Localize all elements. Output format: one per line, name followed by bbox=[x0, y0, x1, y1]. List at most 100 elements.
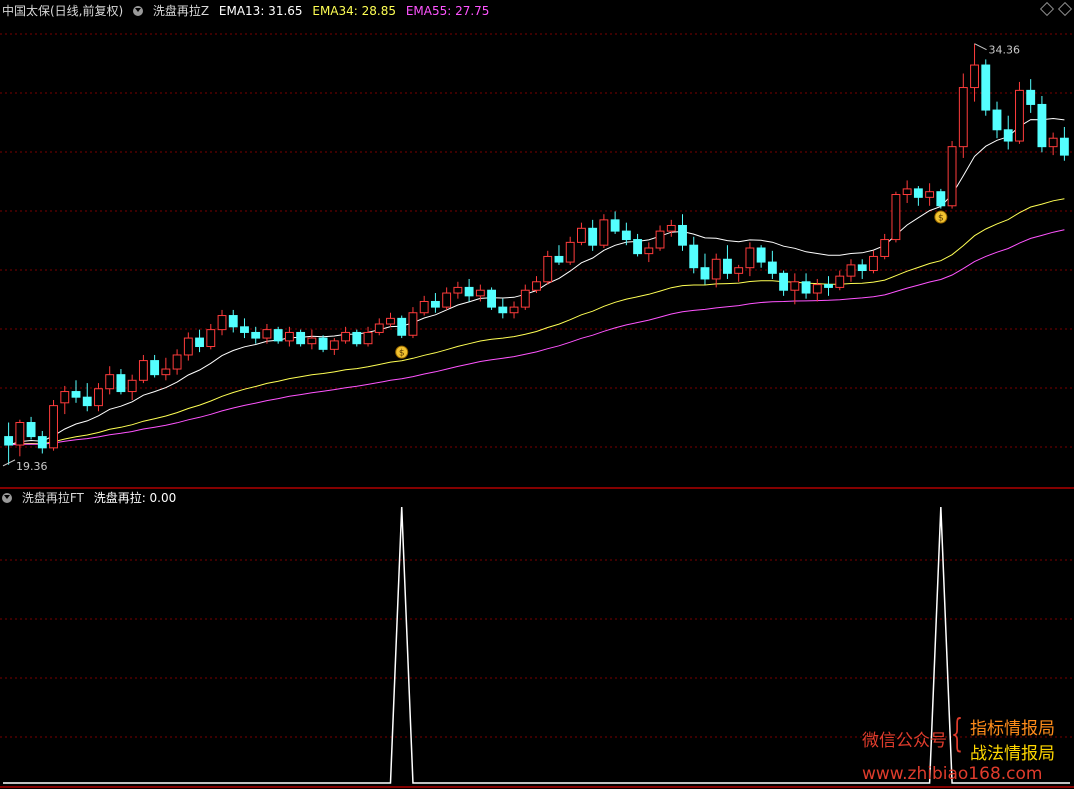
candle-body bbox=[105, 374, 115, 390]
candle-body bbox=[700, 267, 710, 280]
candle bbox=[655, 225, 665, 251]
candle bbox=[565, 236, 575, 265]
candle-body bbox=[1003, 129, 1013, 142]
candle bbox=[284, 326, 294, 347]
candle bbox=[790, 273, 800, 305]
candle-body bbox=[610, 219, 620, 232]
candle bbox=[846, 259, 856, 282]
circle-chevron-icon[interactable] bbox=[133, 6, 144, 16]
candle bbox=[397, 315, 407, 339]
candle-body bbox=[779, 272, 789, 291]
candle-body bbox=[588, 227, 598, 246]
candle bbox=[644, 242, 654, 263]
candle bbox=[880, 233, 890, 260]
candle-body bbox=[397, 317, 407, 336]
candle-body bbox=[767, 261, 777, 274]
candle-body bbox=[1037, 103, 1047, 148]
candle bbox=[116, 369, 126, 395]
candle bbox=[138, 354, 148, 384]
candle bbox=[925, 183, 935, 206]
candle-body bbox=[913, 188, 923, 198]
candle bbox=[610, 211, 620, 234]
candle-body bbox=[633, 239, 643, 255]
candle-body bbox=[824, 284, 833, 288]
candle bbox=[520, 284, 530, 310]
candle-body bbox=[273, 329, 283, 342]
candle bbox=[183, 332, 193, 361]
candle bbox=[217, 309, 227, 336]
candle-body bbox=[891, 194, 901, 241]
candle bbox=[442, 287, 452, 310]
candle-body bbox=[172, 354, 182, 370]
candle-body bbox=[734, 267, 744, 274]
candle bbox=[947, 141, 957, 209]
candle bbox=[37, 430, 47, 454]
candle bbox=[588, 219, 598, 251]
candle-body bbox=[442, 292, 452, 308]
candle bbox=[49, 400, 58, 451]
candle-body bbox=[284, 331, 294, 342]
candle bbox=[172, 349, 182, 375]
candle-body bbox=[374, 323, 384, 333]
sub-indicator-name[interactable]: 洗盘再拉FT bbox=[22, 491, 84, 505]
candle-body bbox=[554, 255, 564, 263]
main-chart-header: 中国太保(日线,前复权) 洗盘再拉Z EMA13: 31.65 EMA34: 2… bbox=[2, 2, 495, 20]
candle-body bbox=[430, 300, 440, 308]
candle-body bbox=[655, 230, 665, 249]
candle-body bbox=[49, 405, 58, 449]
candle-body bbox=[82, 396, 92, 407]
candle-body bbox=[1048, 137, 1058, 148]
candle-body bbox=[487, 289, 497, 308]
candle bbox=[329, 338, 339, 355]
watermark-url: www.zhibiao168.com bbox=[862, 764, 1043, 784]
sub-value-label: 洗盘再拉: 0.00 bbox=[93, 491, 177, 505]
candle-body bbox=[228, 315, 238, 328]
candle bbox=[734, 264, 744, 282]
candle bbox=[509, 301, 519, 319]
candle bbox=[801, 273, 811, 299]
candle bbox=[779, 270, 789, 296]
candle-body bbox=[621, 230, 631, 241]
candle-body bbox=[543, 255, 553, 283]
candle-body bbox=[195, 337, 204, 348]
candle bbox=[554, 245, 564, 265]
candle-body bbox=[127, 379, 137, 393]
money-bag-icon: $ bbox=[934, 210, 948, 224]
main-price-chart[interactable]: $ $34.36 19.36 bbox=[0, 0, 1074, 489]
circle-chevron-icon[interactable] bbox=[2, 493, 12, 503]
candle-body bbox=[217, 315, 227, 331]
candle-body bbox=[936, 191, 946, 207]
candle bbox=[240, 318, 249, 339]
candle bbox=[857, 259, 867, 279]
candle-body bbox=[183, 337, 193, 356]
candle bbox=[835, 270, 845, 291]
candle bbox=[464, 278, 474, 302]
candle-body bbox=[576, 227, 586, 243]
candle bbox=[913, 186, 923, 206]
watermark-wechat: 微信公众号 bbox=[862, 731, 947, 751]
candle bbox=[363, 326, 373, 347]
candle-body bbox=[1026, 89, 1036, 105]
candle bbox=[273, 326, 283, 344]
candle bbox=[1059, 126, 1069, 161]
candle-body bbox=[307, 337, 317, 345]
candle bbox=[902, 180, 912, 203]
candle bbox=[689, 236, 699, 274]
indicator-name[interactable]: 洗盘再拉Z bbox=[153, 4, 209, 18]
candle-body bbox=[756, 247, 766, 263]
candle bbox=[824, 276, 833, 296]
candle-body bbox=[116, 374, 126, 393]
candle-body bbox=[801, 281, 811, 294]
candle-body bbox=[723, 258, 732, 274]
candle bbox=[4, 422, 14, 465]
candle-body bbox=[206, 329, 216, 348]
ema55-label: EMA55: 27.75 bbox=[405, 4, 490, 18]
candle bbox=[767, 250, 777, 279]
candle-body bbox=[869, 255, 878, 272]
candle bbox=[105, 366, 115, 395]
candle-body bbox=[150, 360, 160, 376]
candle bbox=[711, 253, 721, 288]
candle bbox=[891, 191, 901, 243]
candle-body bbox=[678, 224, 687, 246]
candle bbox=[408, 307, 418, 339]
